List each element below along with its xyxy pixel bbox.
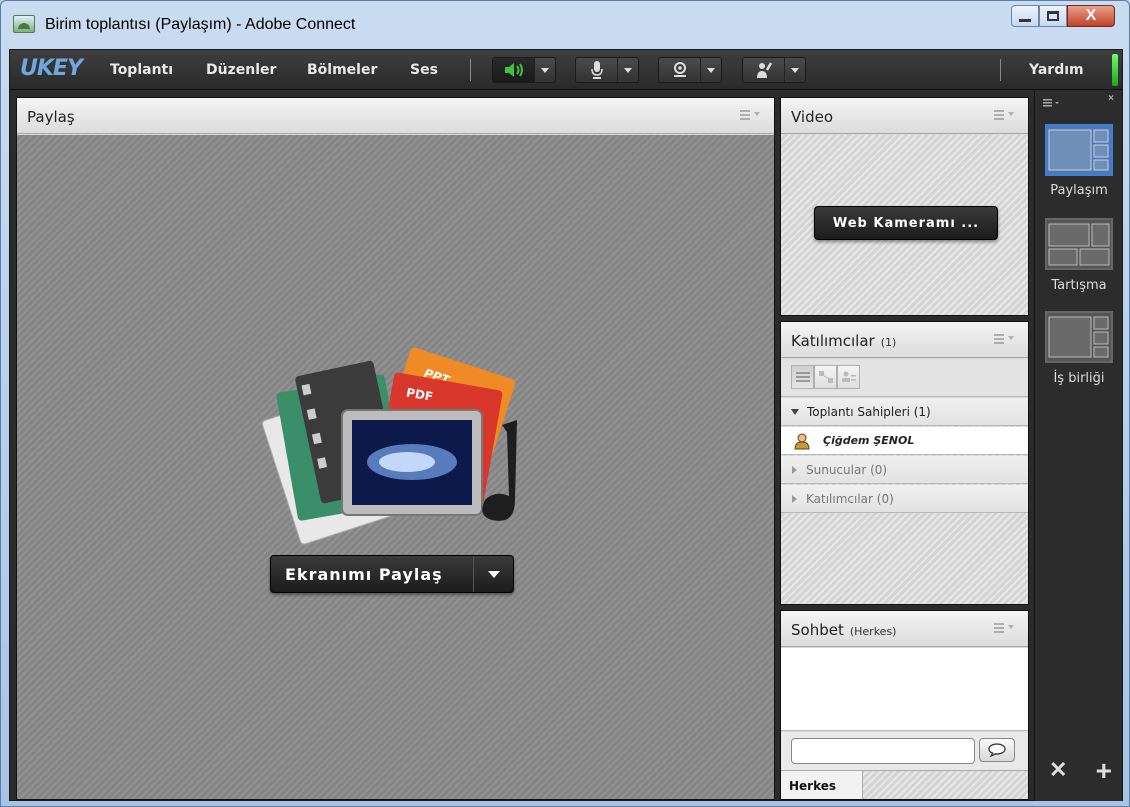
share-pod: Paylaş PPT PDF Ekranımı Paylaş (16, 97, 775, 800)
share-screen-label: Ekranımı Paylaş (285, 564, 443, 584)
layouts-rail: × Paylaşım Tartışma İş birliği ✕ + (1034, 91, 1122, 801)
maximize-icon (1047, 11, 1059, 21)
connection-status-indicator (1112, 54, 1118, 86)
menu-duzenler[interactable]: Düzenler (206, 62, 276, 78)
chevron-down-icon (487, 570, 500, 578)
add-layout-icon[interactable]: + (1096, 755, 1112, 787)
share-screen-button[interactable]: Ekranımı Paylaş (270, 555, 514, 593)
attendees-pod-header: Katılımcılar (1) (781, 322, 1028, 358)
pod-options-icon[interactable] (994, 110, 1014, 122)
list-view-icon[interactable] (791, 365, 814, 389)
layout-label-collaboration[interactable]: İş birliği (1035, 371, 1123, 386)
menu-separator (1000, 59, 1001, 81)
webcam-button[interactable] (658, 57, 722, 83)
speaker-dropdown[interactable] (535, 58, 555, 82)
attendees-list: Toplantı Sahipleri (1) Çiğdem ŞENOL Sunu… (781, 398, 1028, 604)
chat-send-button[interactable] (979, 738, 1015, 762)
webcam-start-button[interactable]: Web Kameramı ... (814, 206, 998, 240)
pod-options-icon[interactable] (740, 110, 760, 122)
layout-label-sharing[interactable]: Paylaşım (1035, 183, 1123, 198)
microphone-button[interactable] (575, 57, 639, 83)
rail-close-icon[interactable]: × (1108, 93, 1114, 104)
chat-pod-header: Sohbet (Herkes) (781, 611, 1028, 647)
menu-yardim[interactable]: Yardım (1029, 62, 1084, 78)
group-hosts-label: Toplantı Sahipleri (1) (807, 404, 931, 419)
video-pod-title: Video (791, 108, 834, 126)
attendees-count: (1) (880, 336, 897, 349)
attendees-pod-title: Katılımcılar (1) (791, 332, 896, 350)
close-icon: X (1085, 7, 1097, 24)
speaker-toggle-button[interactable] (492, 57, 556, 83)
menu-separator (470, 59, 471, 81)
speaker-icon[interactable] (493, 58, 535, 82)
share-pod-title: Paylaş (27, 108, 75, 126)
group-presenters[interactable]: Sunucular (0) (781, 456, 1028, 484)
raise-hand-dropdown[interactable] (785, 58, 805, 82)
chat-scope: (Herkes) (849, 625, 897, 638)
breakout-view-icon[interactable] (814, 365, 837, 389)
meeting-room: UKEY Toplantı Düzenler Bölmeler Ses Yard… (9, 49, 1123, 801)
attendees-toolbar (781, 359, 1028, 397)
ukey-logo: UKEY (20, 56, 83, 81)
close-button[interactable]: X (1067, 5, 1115, 27)
group-participants[interactable]: Katılımcılar (0) (781, 485, 1028, 513)
minimize-icon (1019, 18, 1031, 22)
share-area: PPT PDF Ekranımı Paylaş (17, 135, 774, 799)
chat-messages (781, 648, 1028, 731)
host-user-icon (794, 433, 810, 449)
raise-hand-button[interactable] (742, 57, 806, 83)
chat-tab-everyone[interactable]: Herkes (781, 771, 863, 799)
microphone-icon[interactable] (576, 58, 618, 82)
chat-pod-title: Sohbet (Herkes) (791, 621, 896, 639)
webcam-dropdown[interactable] (701, 58, 721, 82)
raise-hand-icon[interactable] (743, 58, 785, 82)
layout-thumb-collaboration[interactable] (1045, 311, 1113, 363)
menu-bar: UKEY Toplantı Düzenler Bölmeler Ses Yard… (10, 50, 1122, 90)
adobe-connect-icon (13, 15, 35, 33)
attendees-title-text: Katılımcılar (791, 332, 875, 350)
menu-bolmeler[interactable]: Bölmeler (307, 62, 377, 78)
layout-thumb-discussion[interactable] (1045, 218, 1113, 270)
collapse-icon (792, 465, 797, 474)
chat-title-text: Sohbet (791, 621, 844, 639)
attendee-row[interactable]: Çiğdem ŞENOL (781, 427, 1028, 455)
group-presenters-label: Sunucular (0) (806, 462, 888, 477)
layout-tools-icon[interactable]: ✕ (1049, 757, 1067, 783)
layout-label-discussion[interactable]: Tartışma (1035, 278, 1123, 293)
chat-tabs: Herkes (781, 770, 1028, 799)
maximize-button[interactable] (1039, 5, 1067, 27)
rail-menu-icon[interactable] (1043, 95, 1063, 107)
minimize-button[interactable] (1011, 5, 1039, 27)
window-title: Birim toplantısı (Paylaşım) - Adobe Conn… (45, 16, 356, 33)
share-media-icon: PPT PDF (261, 347, 517, 545)
group-hosts[interactable]: Toplantı Sahipleri (1) (781, 398, 1028, 426)
chat-pod: Sohbet (Herkes) Herkes (780, 610, 1029, 800)
menu-ses[interactable]: Ses (410, 62, 438, 78)
video-pod-header: Video (781, 98, 1028, 134)
attendee-status-icon[interactable] (837, 365, 860, 389)
chat-compose (781, 732, 1028, 770)
app-window: Birim toplantısı (Paylaşım) - Adobe Conn… (0, 0, 1130, 807)
title-bar: Birim toplantısı (Paylaşım) - Adobe Conn… (1, 1, 1129, 49)
attendee-name: Çiğdem ŞENOL (823, 434, 915, 447)
expand-icon (791, 408, 799, 415)
microphone-dropdown[interactable] (618, 58, 638, 82)
collapse-icon (792, 494, 797, 503)
attendees-pod: Katılımcılar (1) Toplantı Sahipleri (1) Ç… (780, 321, 1029, 605)
layout-thumb-sharing[interactable] (1045, 124, 1113, 176)
pod-options-icon[interactable] (994, 334, 1014, 346)
webcam-icon[interactable] (659, 58, 701, 82)
share-pod-header: Paylaş (17, 98, 774, 134)
attendees-view-switcher (791, 365, 860, 391)
speech-bubble-icon (988, 743, 1006, 757)
video-pod: Video Web Kameramı ... (780, 97, 1029, 316)
group-participants-label: Katılımcılar (0) (806, 491, 894, 506)
pod-options-icon[interactable] (994, 623, 1014, 635)
share-screen-dropdown[interactable] (473, 556, 513, 592)
window-controls: X (1011, 5, 1115, 27)
menu-toplanti[interactable]: Toplantı (110, 62, 173, 78)
chat-input[interactable] (791, 738, 975, 764)
video-area: Web Kameramı ... (781, 135, 1028, 315)
